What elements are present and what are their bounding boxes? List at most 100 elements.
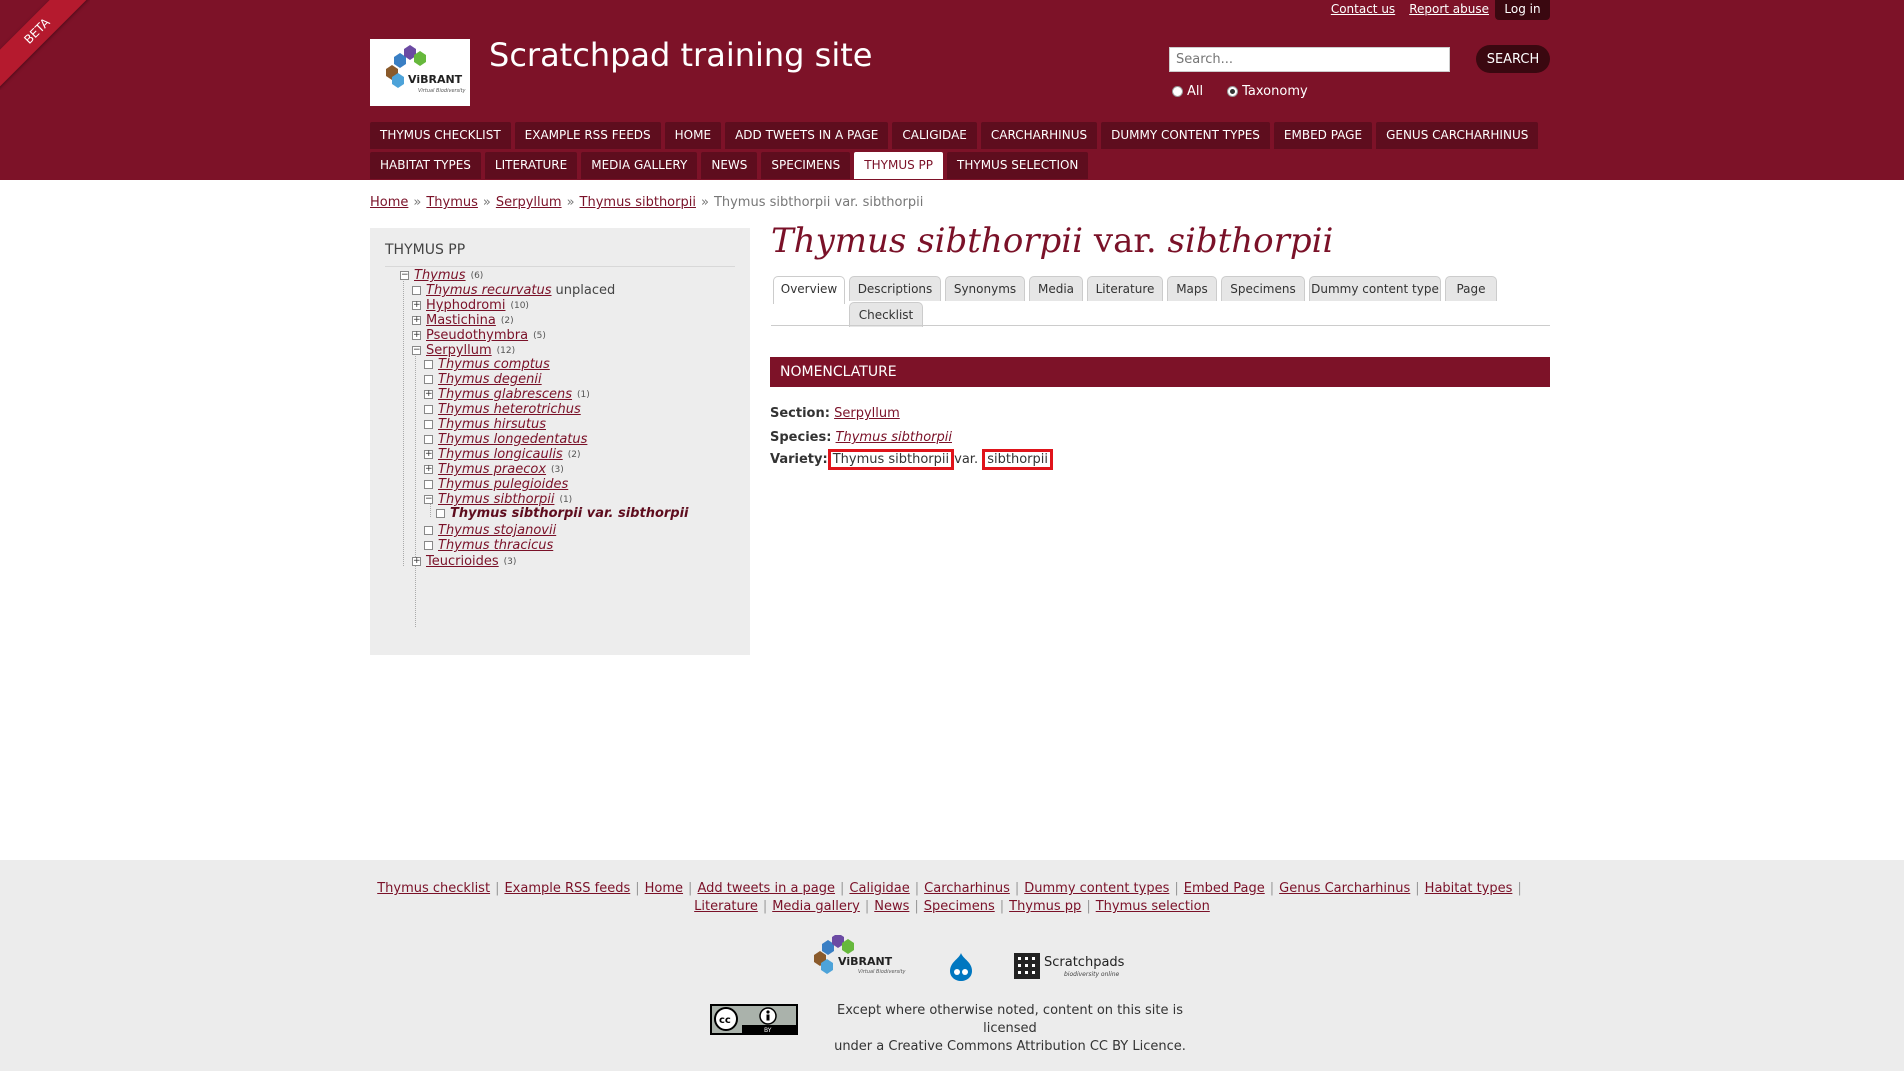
footer-link[interactable]: Specimens [924, 899, 995, 914]
collapse-icon[interactable]: − [412, 346, 421, 355]
footer-link[interactable]: Add tweets in a page [697, 881, 835, 896]
footer-link[interactable]: Literature [694, 899, 758, 914]
tab-specimens[interactable]: Specimens [1221, 276, 1305, 301]
tree-item-link[interactable]: Thymus longedentatus [438, 432, 587, 447]
tree-item-link[interactable]: Thymus longicaulis [438, 447, 563, 462]
footer-link[interactable]: Thymus selection [1096, 899, 1210, 914]
tree-item-link[interactable]: Pseudothymbra [426, 328, 528, 343]
drupal-logo[interactable] [948, 952, 974, 982]
breadcrumb-serpyllum[interactable]: Serpyllum [496, 195, 562, 210]
tab-dummy-content-type[interactable]: Dummy content type [1309, 276, 1441, 301]
tree-item[interactable]: − Thymus sibthorpii (1) [424, 492, 572, 507]
report-abuse-link[interactable]: Report abuse [1409, 2, 1489, 16]
search-button[interactable]: SEARCH [1476, 45, 1550, 73]
menu-item-example-rss-feeds[interactable]: EXAMPLE RSS FEEDS [514, 122, 661, 149]
breadcrumb-thymus[interactable]: Thymus [426, 195, 478, 210]
expand-icon[interactable]: + [424, 450, 433, 459]
tree-item[interactable]: Thymus recurvatus unplaced [412, 283, 615, 298]
breadcrumb-thymus-sibthorpii[interactable]: Thymus sibthorpii [580, 195, 696, 210]
collapse-icon[interactable]: − [424, 495, 433, 504]
cc-by-badge[interactable]: cc BY [710, 1004, 798, 1035]
tree-item-link[interactable]: Thymus glabrescens [438, 387, 572, 402]
tree-item[interactable]: + Mastichina (2) [412, 313, 514, 328]
site-title[interactable]: Scratchpad training site [489, 36, 872, 74]
site-logo[interactable]: ViBRANT Virtual Biodiversity [370, 39, 470, 106]
menu-item-specimens[interactable]: SPECIMENS [761, 152, 851, 179]
tree-item-link[interactable]: Mastichina [426, 313, 496, 328]
tree-item-link[interactable]: Thymus degenii [438, 372, 542, 387]
menu-item-carcharhinus[interactable]: CARCHARHINUS [980, 122, 1098, 149]
login-button[interactable]: Log in [1495, 0, 1550, 20]
menu-item-thymus-selection[interactable]: THYMUS SELECTION [947, 152, 1089, 179]
menu-item-media-gallery[interactable]: MEDIA GALLERY [581, 152, 698, 179]
tree-item[interactable]: Thymus longedentatus [424, 432, 587, 447]
tab-overview[interactable]: Overview [773, 276, 845, 304]
radio-all-dot[interactable] [1172, 86, 1183, 97]
footer-link[interactable]: Embed Page [1184, 881, 1265, 896]
menu-item-news[interactable]: NEWS [701, 152, 758, 179]
tree-item-link[interactable]: Thymus heterotrichus [438, 402, 581, 417]
search-input[interactable] [1169, 47, 1450, 72]
tree-item[interactable]: Thymus heterotrichus [424, 402, 581, 417]
menu-item-thymus-pp[interactable]: THYMUS PP [854, 152, 944, 179]
menu-item-habitat-types[interactable]: HABITAT TYPES [370, 152, 481, 179]
expand-icon[interactable]: + [412, 331, 421, 340]
tree-item[interactable]: + Teucrioides (3) [412, 554, 516, 569]
tab-checklist[interactable]: Checklist [849, 302, 923, 327]
tree-item[interactable]: − Thymus (6) [400, 268, 483, 283]
breadcrumb-home[interactable]: Home [370, 195, 408, 210]
expand-icon[interactable]: + [412, 557, 421, 566]
tree-item[interactable]: − Serpyllum (12) [412, 343, 515, 358]
tree-item[interactable]: Thymus sibthorpii var. sibthorpii [436, 506, 689, 521]
tree-item[interactable]: Thymus comptus [424, 357, 550, 372]
tree-item-link[interactable]: Thymus sibthorpii [438, 492, 554, 507]
tree-item-link[interactable]: Thymus stojanovii [438, 523, 556, 538]
collapse-icon[interactable]: − [400, 271, 409, 280]
tree-item-link[interactable]: Thymus hirsutus [438, 417, 546, 432]
tree-item-link[interactable]: Thymus comptus [438, 357, 550, 372]
tree-item-link[interactable]: Serpyllum [426, 343, 492, 358]
tab-page[interactable]: Page [1445, 276, 1497, 301]
tree-item[interactable]: + Hyphodromi (10) [412, 298, 529, 313]
menu-item-home[interactable]: HOME [664, 122, 722, 149]
footer-link[interactable]: Media gallery [772, 899, 860, 914]
footer-link[interactable]: News [874, 899, 909, 914]
footer-link[interactable]: Example RSS feeds [504, 881, 630, 896]
tab-descriptions[interactable]: Descriptions [849, 276, 941, 301]
tree-item-link[interactable]: Thymus [414, 268, 466, 283]
tree-item[interactable]: + Thymus glabrescens (1) [424, 387, 590, 402]
radio-taxonomy-dot[interactable] [1227, 86, 1239, 97]
footer-link[interactable]: Thymus checklist [377, 881, 490, 896]
tree-item[interactable]: + Thymus praecox (3) [424, 462, 564, 477]
footer-vibrant-logo[interactable]: ViBRANT Virtual Biodiversity [812, 933, 912, 979]
tree-item[interactable]: + Pseudothymbra (5) [412, 328, 546, 343]
menu-item-genus-carcharhinus[interactable]: GENUS CARCHARHINUS [1376, 122, 1539, 149]
footer-link[interactable]: Thymus pp [1009, 899, 1081, 914]
radio-all[interactable]: All [1172, 84, 1203, 99]
tab-synonyms[interactable]: Synonyms [945, 276, 1025, 301]
field-section-value[interactable]: Serpyllum [834, 406, 900, 421]
tree-item[interactable]: Thymus pulegioides [424, 477, 568, 492]
tab-maps[interactable]: Maps [1167, 276, 1217, 301]
expand-icon[interactable]: + [412, 316, 421, 325]
tree-item-link[interactable]: Hyphodromi [426, 298, 505, 313]
footer-link[interactable]: Carcharhinus [924, 881, 1010, 896]
menu-item-caligidae[interactable]: CALIGIDAE [892, 122, 977, 149]
tree-item-link[interactable]: Thymus thracicus [438, 538, 553, 553]
contact-us-link[interactable]: Contact us [1331, 2, 1395, 16]
tree-item[interactable]: Thymus degenii [424, 372, 542, 387]
footer-link[interactable]: Caligidae [849, 881, 909, 896]
menu-item-dummy-content-types[interactable]: DUMMY CONTENT TYPES [1101, 122, 1270, 149]
tree-item-link[interactable]: Thymus pulegioides [438, 477, 568, 492]
radio-taxonomy[interactable]: Taxonomy [1227, 84, 1308, 99]
expand-icon[interactable]: + [424, 465, 433, 474]
tree-item-link[interactable]: Thymus recurvatus [426, 283, 552, 298]
menu-item-embed-page[interactable]: EMBED PAGE [1273, 122, 1373, 149]
tree-item-link[interactable]: Teucrioides [426, 554, 499, 569]
footer-link[interactable]: Habitat types [1425, 881, 1513, 896]
tree-item[interactable]: + Thymus longicaulis (2) [424, 447, 580, 462]
footer-link[interactable]: Dummy content types [1024, 881, 1169, 896]
menu-item-literature[interactable]: LITERATURE [484, 152, 578, 179]
field-species-value[interactable]: Thymus sibthorpii [836, 430, 952, 445]
tree-item-link[interactable]: Thymus praecox [438, 462, 546, 477]
